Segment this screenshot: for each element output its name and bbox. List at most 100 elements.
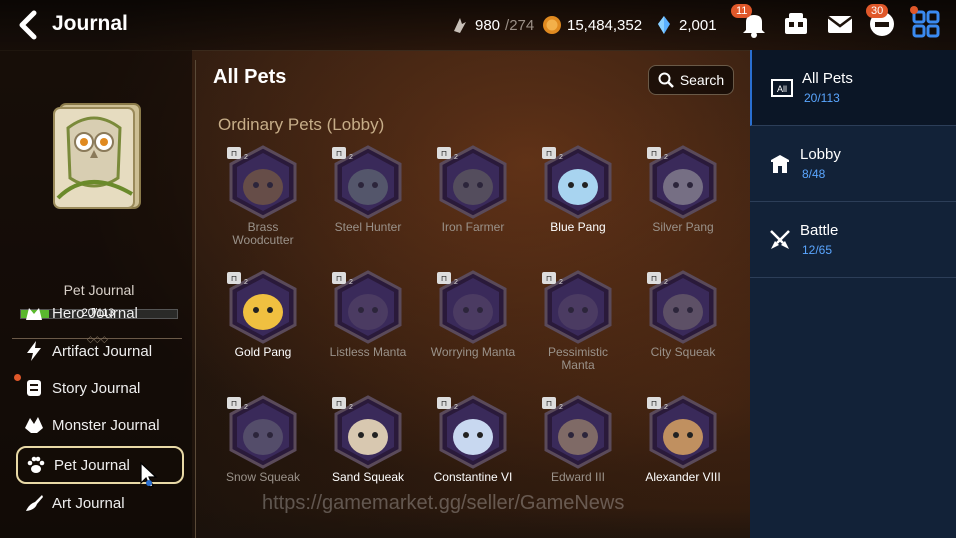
- svg-text:⊓: ⊓: [441, 149, 447, 158]
- category-count: 20/113: [804, 91, 840, 105]
- pet-card[interactable]: ⊓ 2 Pessimistic Manta: [528, 270, 628, 390]
- pet-name: Steel Hunter: [318, 221, 418, 234]
- pet-name: Listless Manta: [318, 346, 418, 359]
- nav-story-journal[interactable]: Story Journal: [16, 371, 180, 405]
- stamina-display[interactable]: 980/274: [450, 15, 534, 35]
- back-arrow-icon[interactable]: [14, 9, 42, 41]
- search-button[interactable]: Search: [648, 65, 734, 95]
- nav-monster-journal[interactable]: Monster Journal: [16, 408, 180, 442]
- mail-icon[interactable]: [824, 8, 856, 40]
- category-count: 8/48: [802, 167, 826, 181]
- gold-coin-icon: [543, 16, 561, 34]
- crystal-icon: [658, 16, 670, 34]
- pet-card[interactable]: ⊓ 2 Iron Farmer: [423, 145, 523, 265]
- nav-label: Hero Journal: [52, 304, 138, 322]
- svg-text:⊓: ⊓: [651, 274, 657, 283]
- pointer-cursor-icon: [140, 462, 158, 488]
- svg-text:2: 2: [454, 279, 458, 286]
- stamina-max: /274: [505, 16, 535, 34]
- category-label: All Pets: [802, 70, 853, 87]
- svg-text:2: 2: [349, 404, 353, 411]
- svg-text:⊓: ⊓: [651, 399, 657, 408]
- svg-text:2: 2: [559, 154, 563, 161]
- category-all-pets[interactable]: All All Pets 20/113: [750, 50, 956, 126]
- crystal-display[interactable]: 2,001: [654, 15, 717, 35]
- pet-portrait: ⊓ 2: [542, 270, 612, 344]
- scroll-icon: [22, 376, 46, 400]
- svg-text:⊓: ⊓: [546, 399, 552, 408]
- pet-card[interactable]: ⊓ 2 Blue Pang: [528, 145, 628, 265]
- category-lobby[interactable]: Lobby 8/48: [750, 126, 956, 202]
- svg-text:⊓: ⊓: [231, 274, 237, 283]
- pet-name-line: Alexander VIII: [645, 470, 721, 484]
- svg-text:2: 2: [664, 404, 668, 411]
- svg-text:⊓: ⊓: [231, 399, 237, 408]
- pet-card[interactable]: ⊓ 2 Silver Pang: [633, 145, 733, 265]
- monster-icon: [22, 413, 46, 437]
- svg-text:2: 2: [349, 279, 353, 286]
- nav-hero-journal[interactable]: Hero Journal: [16, 296, 180, 330]
- pet-portrait: ⊓ 2: [227, 270, 297, 344]
- page-title: Journal: [52, 12, 128, 35]
- svg-text:2: 2: [559, 279, 563, 286]
- pet-card[interactable]: ⊓ 2 Worrying Manta: [423, 270, 523, 390]
- mail-badge: 30: [866, 4, 889, 18]
- nav-label: Artifact Journal: [52, 342, 153, 360]
- pet-name-line: Woodcutter: [232, 233, 294, 247]
- pet-name: Alexander VIII: [633, 471, 733, 484]
- svg-text:⊓: ⊓: [651, 149, 657, 158]
- pet-card[interactable]: ⊓ 2 Alexander VIII: [633, 395, 733, 515]
- nav-label: Monster Journal: [52, 416, 160, 434]
- pet-name-line: Silver Pang: [652, 220, 714, 234]
- hero-icon: [22, 301, 46, 325]
- pet-portrait: ⊓ 2: [227, 145, 297, 219]
- category-label: Battle: [800, 222, 839, 239]
- pet-name: Constantine VI: [423, 471, 523, 484]
- stamina-icon: [454, 18, 466, 33]
- pet-portrait: ⊓ 2: [437, 145, 507, 219]
- pet-name-line: Edward III: [550, 470, 606, 484]
- pet-portrait: ⊓ 2: [332, 270, 402, 344]
- pet-name-line: Listless Manta: [329, 345, 407, 359]
- menu-alert-dot: [910, 6, 918, 14]
- category-panel: All All Pets 20/113 Lobby 8/48 Battle 12…: [750, 50, 956, 538]
- pet-journal-book-icon: [53, 103, 141, 209]
- pet-portrait: ⊓ 2: [647, 395, 717, 469]
- friends-icon[interactable]: [780, 8, 812, 40]
- watermark: https://gamemarket.gg/seller/GameNews: [262, 492, 625, 514]
- notification-badge: 11: [731, 4, 753, 18]
- nav-artifact-journal[interactable]: Artifact Journal: [16, 334, 180, 368]
- svg-text:2: 2: [454, 404, 458, 411]
- pet-name-line: Constantine VI: [433, 470, 513, 484]
- pet-name: City Squeak: [633, 346, 733, 359]
- pet-name: Blue Pang: [528, 221, 628, 234]
- category-battle[interactable]: Battle 12/65: [750, 202, 956, 278]
- pet-group-subtitle: Ordinary Pets (Lobby): [218, 115, 385, 134]
- svg-text:⊓: ⊓: [231, 149, 237, 158]
- svg-text:⊓: ⊓: [336, 399, 342, 408]
- svg-text:2: 2: [349, 154, 353, 161]
- pet-name-line: Sand Squeak: [331, 470, 405, 484]
- section-title: All Pets: [213, 66, 287, 88]
- crystal-value: 2,001: [679, 16, 717, 34]
- pet-card[interactable]: ⊓ 2 Steel Hunter: [318, 145, 418, 265]
- pet-portrait: ⊓ 2: [437, 270, 507, 344]
- svg-text:⊓: ⊓: [546, 274, 552, 283]
- pet-card[interactable]: ⊓ 2 City Squeak: [633, 270, 733, 390]
- svg-text:⊓: ⊓: [441, 274, 447, 283]
- nav-art-journal[interactable]: Art Journal: [16, 486, 180, 520]
- pet-card[interactable]: ⊓ 2 Brass Woodcutter: [213, 145, 313, 265]
- pet-name-line: Manta: [561, 358, 595, 372]
- gold-display[interactable]: 15,484,352: [542, 15, 642, 35]
- house-icon: [771, 155, 789, 173]
- stamina-value: 980: [475, 16, 501, 34]
- pet-portrait: ⊓ 2: [647, 145, 717, 219]
- pet-card[interactable]: ⊓ 2 Listless Manta: [318, 270, 418, 390]
- pet-name: Edward III: [528, 471, 628, 484]
- story-journal-alert-dot: [14, 374, 21, 381]
- gold-value: 15,484,352: [567, 16, 643, 34]
- all-icon: All: [771, 79, 793, 97]
- pet-card[interactable]: ⊓ 2 Gold Pang: [213, 270, 313, 390]
- svg-text:2: 2: [664, 154, 668, 161]
- svg-text:2: 2: [664, 279, 668, 286]
